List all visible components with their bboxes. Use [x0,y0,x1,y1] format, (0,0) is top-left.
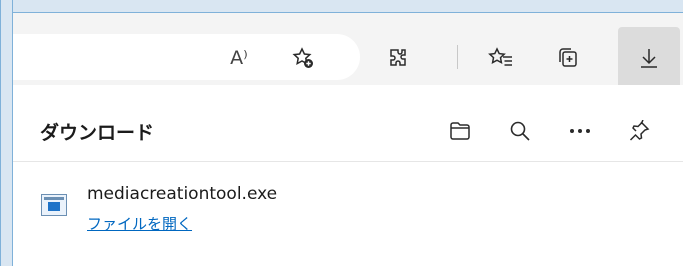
open-file-link[interactable]: ファイルを開く [87,213,192,234]
window-frame-top [0,0,683,13]
pin-icon[interactable] [623,115,655,147]
browser-toolbar: A⁾ [13,13,683,85]
downloads-panel: ダウンロード mediacreationtool.exe ファイルを開く [13,85,683,266]
read-aloud-icon[interactable]: A⁾ [221,40,257,76]
read-aloud-glyph: A⁾ [230,47,248,69]
collections-icon[interactable] [550,40,586,76]
download-item[interactable]: mediacreationtool.exe ファイルを開く [41,183,641,243]
favorites-icon[interactable] [483,40,519,76]
open-folder-icon[interactable] [444,115,476,147]
search-icon[interactable] [504,115,536,147]
extensions-icon[interactable] [380,40,416,76]
panel-divider [13,161,683,162]
add-favorite-icon[interactable] [285,40,321,76]
toolbar-separator [457,45,458,69]
panel-title: ダウンロード [40,122,155,144]
download-file-name: mediacreationtool.exe [87,184,278,204]
downloads-icon[interactable] [631,40,667,76]
window-frame-left [0,0,13,266]
more-options-icon[interactable] [564,115,596,147]
executable-file-icon [41,194,67,216]
